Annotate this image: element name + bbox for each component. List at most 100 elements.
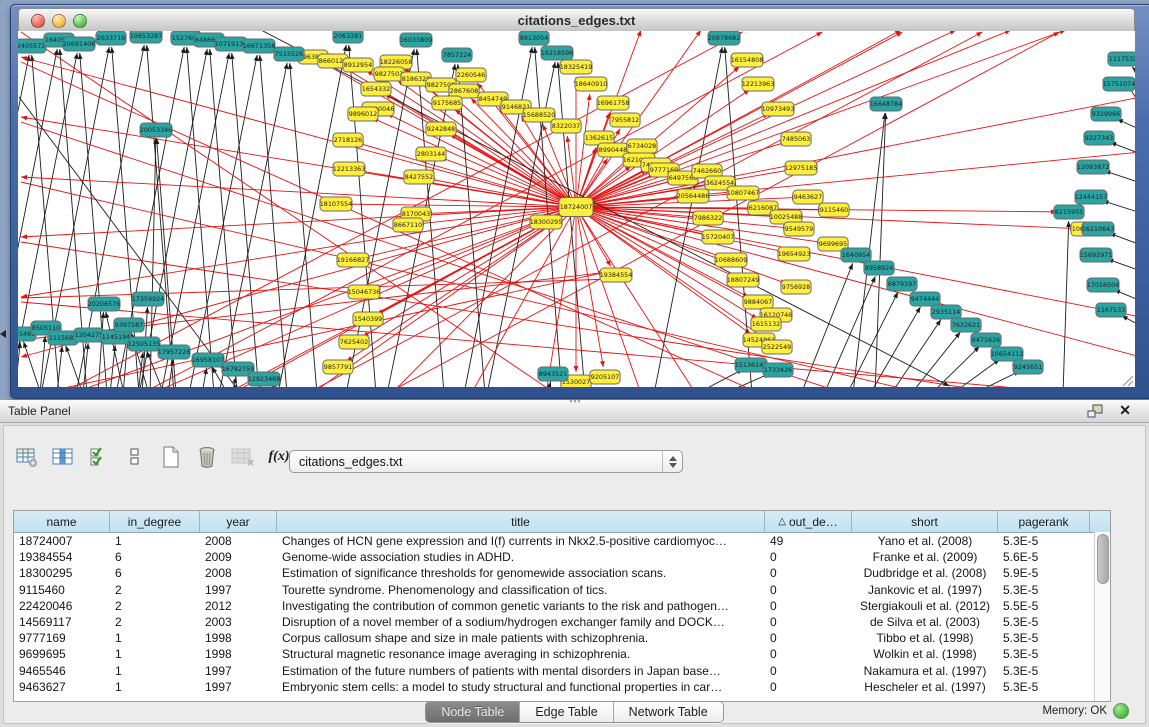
citation-edge-red[interactable]: [576, 207, 641, 387]
column-header-short[interactable]: short: [852, 511, 998, 532]
table-cell[interactable]: Investigating the contribution of common…: [277, 599, 765, 613]
resize-grip-icon[interactable]: [1128, 381, 1133, 386]
network-view-window[interactable]: citations_edges.txt 18724007796382286601…: [10, 4, 1149, 399]
table-vertical-scrollbar[interactable]: [1094, 532, 1110, 701]
table-row[interactable]: 1456911722003Disruption of a novel membe…: [14, 614, 1110, 630]
table-cell[interactable]: 6: [110, 566, 200, 580]
table-cell[interactable]: 1998: [200, 647, 277, 661]
table-cell[interactable]: 5.3E-5: [998, 615, 1090, 629]
table-cell[interactable]: 1: [110, 647, 200, 661]
table-cell[interactable]: 9115460: [14, 583, 110, 597]
table-cell[interactable]: 2: [110, 599, 200, 613]
table-cell[interactable]: 1: [110, 534, 200, 548]
table-cell[interactable]: 0: [765, 631, 852, 645]
table-cell[interactable]: Corpus callosum shape and size in male p…: [277, 631, 765, 645]
table-cell[interactable]: 5.5E-5: [998, 599, 1090, 613]
float-panel-icon[interactable]: [1087, 404, 1103, 418]
table-cell[interactable]: 49: [765, 534, 852, 548]
citation-edge-red[interactable]: [576, 97, 1135, 207]
citation-edge-black[interactable]: [210, 49, 237, 387]
table-cell[interactable]: 9463627: [14, 680, 110, 694]
table-cell[interactable]: 0: [765, 615, 852, 629]
table-cell[interactable]: 18300295: [14, 566, 110, 580]
row-height-icon[interactable]: [122, 445, 148, 469]
citation-edge-black[interactable]: [290, 63, 317, 387]
table-cell[interactable]: 2009: [200, 550, 277, 564]
citation-edge-black[interactable]: [1063, 221, 1069, 387]
network-canvas[interactable]: 1872400779638228660128891295418226058982…: [18, 31, 1135, 387]
table-cell[interactable]: 0: [765, 599, 852, 613]
table-cell[interactable]: Franke et al. (2009): [852, 550, 998, 564]
citation-edge-black[interactable]: [98, 312, 103, 387]
table-cell[interactable]: Wolkin et al. (1998): [852, 647, 998, 661]
table-cell[interactable]: 6: [110, 550, 200, 564]
table-cell[interactable]: Hescheler et al. (1997): [852, 680, 998, 694]
table-cell[interactable]: 0: [765, 664, 852, 678]
table-selector-dropdown[interactable]: citations_edges.txt: [289, 450, 683, 473]
citation-edge-black[interactable]: [24, 342, 41, 387]
table-row[interactable]: 977716911998Corpus callosum shape and si…: [14, 630, 1110, 646]
citation-edge-red[interactable]: [141, 32, 822, 387]
citation-edge-red[interactable]: [576, 31, 1011, 207]
column-header-out_de[interactable]: △out_de…: [765, 511, 852, 532]
show-columns-icon[interactable]: [50, 445, 76, 469]
table-cell[interactable]: 5.9E-5: [998, 566, 1090, 580]
citation-edge-black[interactable]: [847, 292, 898, 387]
table-cell[interactable]: 0: [765, 647, 852, 661]
memory-ok-indicator[interactable]: [1113, 703, 1129, 719]
table-row[interactable]: 969969511998Structural magnetic resonanc…: [14, 646, 1110, 662]
table-cell[interactable]: 5.3E-5: [998, 583, 1090, 597]
table-cell[interactable]: 1997: [200, 680, 277, 694]
table-cell[interactable]: 22420046: [14, 599, 110, 613]
table-cell[interactable]: Changes of HCN gene expression and I(f) …: [277, 534, 765, 548]
table-cell[interactable]: 9777169: [14, 631, 110, 645]
table-cell[interactable]: 1: [110, 664, 200, 678]
table-cell[interactable]: Jankovic et al. (1997): [852, 583, 998, 597]
table-cell[interactable]: 5.3E-5: [998, 534, 1090, 548]
table-row[interactable]: 946362711997Embryonic stem cells: a mode…: [14, 679, 1110, 695]
table-cell[interactable]: Estimation of the future numbers of pati…: [277, 664, 765, 678]
citation-edge-red[interactable]: [21, 279, 609, 298]
table-cell[interactable]: 2008: [200, 566, 277, 580]
citation-edge-black[interactable]: [40, 336, 45, 387]
column-header-title[interactable]: title: [277, 511, 765, 532]
column-header-name[interactable]: name: [14, 511, 110, 532]
table-cell[interactable]: Nakamura et al. (1997): [852, 664, 998, 678]
table-row[interactable]: 1938455462009Genome-wide association stu…: [14, 549, 1110, 565]
table-row[interactable]: 1872400712008Changes of HCN gene express…: [14, 533, 1110, 549]
resize-grip-icon[interactable]: [1123, 376, 1133, 386]
table-cell[interactable]: Estimation of significance thresholds fo…: [277, 566, 765, 580]
network-window-titlebar[interactable]: citations_edges.txt: [18, 8, 1135, 33]
table-row[interactable]: 946554611997Estimation of the future num…: [14, 663, 1110, 679]
table-cell[interactable]: 19384554: [14, 550, 110, 564]
column-header-year[interactable]: year: [200, 511, 277, 532]
table-cell[interactable]: 9699695: [14, 647, 110, 661]
table-row[interactable]: 1830029562008Estimation of significance …: [14, 565, 1110, 581]
citation-edge-black[interactable]: [824, 276, 875, 387]
table-cell[interactable]: 2012: [200, 599, 277, 613]
column-header-pagerank[interactable]: pagerank: [998, 511, 1090, 532]
table-cell[interactable]: de Silva et al. (2003): [852, 615, 998, 629]
citation-edge-red[interactable]: [576, 207, 1135, 357]
table-cell[interactable]: Structural magnetic resonance image aver…: [277, 647, 765, 661]
table-cell[interactable]: 18724007: [14, 534, 110, 548]
table-row[interactable]: 911546021997Tourette syndrome. Phenomeno…: [14, 582, 1110, 598]
close-panel-icon[interactable]: ✕: [1119, 402, 1131, 419]
delete-columns-trash-icon[interactable]: [194, 445, 220, 469]
table-cell[interactable]: 1997: [200, 664, 277, 678]
citation-edge-black[interactable]: [696, 369, 743, 387]
table-cell[interactable]: 0: [765, 550, 852, 564]
table-cell[interactable]: 1: [110, 631, 200, 645]
table-cell[interactable]: 0: [765, 583, 852, 597]
table-cell[interactable]: 2: [110, 583, 200, 597]
table-cell[interactable]: 2003: [200, 615, 277, 629]
table-cell[interactable]: 5.6E-5: [998, 550, 1090, 564]
table-cell[interactable]: Tourette syndrome. Phenomenology and cla…: [277, 583, 765, 597]
table-cell[interactable]: 5.3E-5: [998, 647, 1090, 661]
table-cell[interactable]: 2: [110, 615, 200, 629]
citation-edge-red[interactable]: [21, 117, 576, 207]
table-cell[interactable]: 1997: [200, 583, 277, 597]
panel-collapse-arrow-icon[interactable]: [0, 330, 6, 338]
scrollbar-thumb[interactable]: [1097, 534, 1109, 584]
citation-edge-red[interactable]: [21, 177, 576, 207]
